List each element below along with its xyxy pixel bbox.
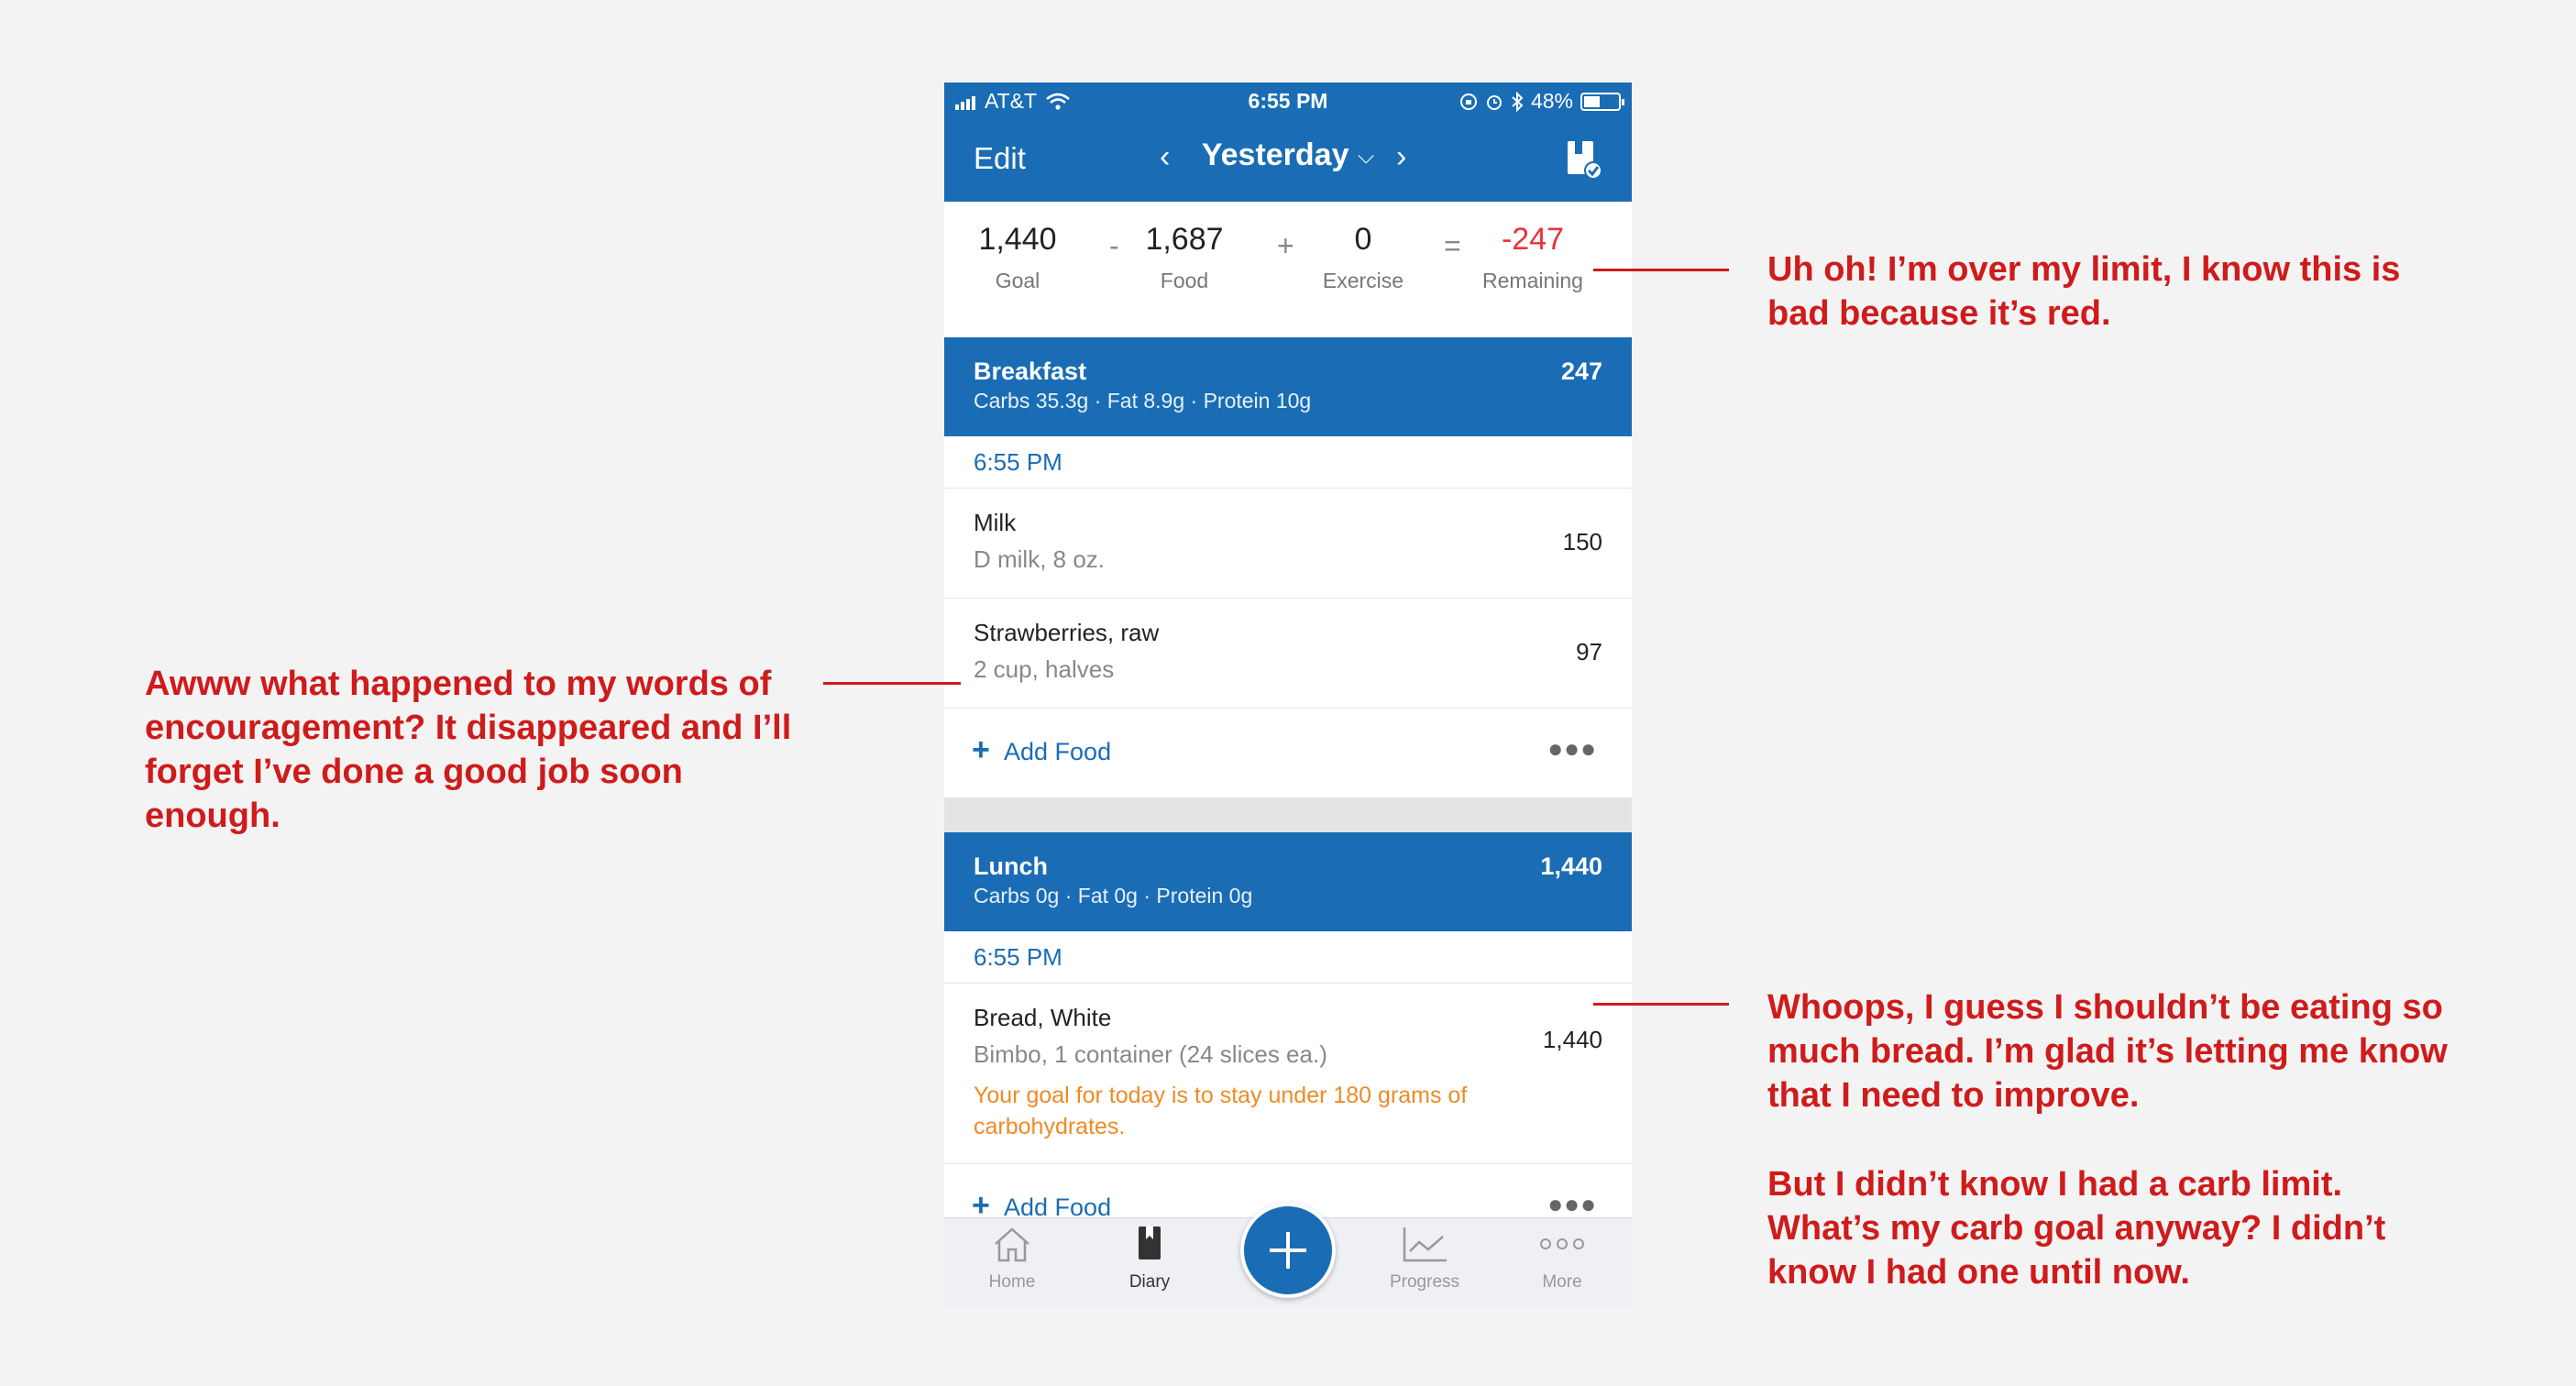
food-item-bread[interactable]: Bread, White Bimbo, 1 container (24 slic…	[944, 984, 1632, 1164]
food-description: Bimbo, 1 container (24 slices ea.)	[974, 1040, 1327, 1068]
battery-icon	[1580, 92, 1624, 111]
home-icon	[995, 1227, 1029, 1262]
date-title: Yesterday	[1201, 138, 1349, 172]
tab-progress[interactable]: Progress	[1370, 1224, 1480, 1292]
battery-fill	[1584, 95, 1600, 107]
food-item-strawberries[interactable]: Strawberries, raw 2 cup, halves 97	[944, 599, 1632, 709]
entry-time: 6:55 PM	[974, 943, 1062, 971]
date-selector[interactable]: Yesterday ⌵	[944, 138, 1632, 173]
nav-bar: Edit ‹ Yesterday ⌵ ›	[944, 119, 1632, 202]
calorie-summary: 1,440 Goal - 1,687 Food + 0 Exercise = -…	[944, 202, 1632, 347]
carb-goal-note: Your goal for today is to stay under 180…	[974, 1083, 1468, 1139]
callout-leader-top	[1593, 269, 1729, 271]
tab-home[interactable]: Home	[957, 1224, 1067, 1292]
tab-more[interactable]: More	[1507, 1224, 1617, 1292]
callout-over-limit: Uh oh! I’m over my limit, I know this is…	[1767, 250, 2401, 333]
tab-label: Progress	[1389, 1272, 1460, 1292]
lunch-header[interactable]: Lunch Carbs 0g · Fat 0g · Protein 0g 1,4…	[944, 832, 1632, 931]
callout-bread: Whoops, I guess I shouldn’t be eating so…	[1767, 988, 2448, 1115]
diary-icon	[1139, 1226, 1161, 1260]
chevron-down-icon: ⌵	[1357, 144, 1375, 170]
more-options-icon[interactable]: ●●●	[1547, 1190, 1597, 1219]
bluetooth-icon	[1512, 91, 1524, 112]
goal-label: Goal	[995, 269, 1040, 292]
equals-operator: =	[1444, 229, 1461, 262]
plus-operator: +	[1277, 229, 1294, 262]
food-name: Bread, White	[974, 1004, 1112, 1031]
tab-diary[interactable]: Diary	[1095, 1224, 1205, 1292]
food-label: Food	[1160, 269, 1209, 292]
remaining-label: Remaining	[1482, 269, 1583, 292]
exercise-label: Exercise	[1322, 269, 1404, 292]
phone-screen: AT&T 6:55 PM 48% Edit ‹ Yesterday ⌵ › 1,…	[944, 82, 1632, 1306]
more-options-icon[interactable]: ●●●	[1547, 734, 1597, 764]
meal-calories: 247	[1560, 358, 1602, 385]
status-bar: AT&T 6:55 PM 48%	[944, 82, 1632, 119]
tab-label: More	[1542, 1272, 1582, 1292]
add-food-button[interactable]: Add Food	[1004, 738, 1111, 766]
exercise-column: 0 Exercise	[1306, 222, 1420, 293]
tab-label: Home	[988, 1272, 1036, 1292]
plus-icon: +	[972, 732, 990, 767]
meal-macros: Carbs 35.3g · Fat 8.9g · Protein 10g	[974, 389, 1312, 412]
callout-carb-limit: But I didn’t know I had a carb limit. Wh…	[1767, 1165, 2386, 1292]
section-divider	[944, 798, 1632, 832]
food-item-milk[interactable]: Milk D milk, 8 oz. 150	[944, 489, 1632, 599]
meal-macros: Carbs 0g · Fat 0g · Protein 0g	[974, 884, 1253, 908]
battery-percent: 48%	[1530, 89, 1573, 113]
breakfast-header[interactable]: Breakfast Carbs 35.3g · Fat 8.9g · Prote…	[944, 337, 1632, 436]
meal-name: Lunch	[974, 852, 1048, 880]
diary-complete-icon[interactable]	[1566, 139, 1602, 184]
food-name: Strawberries, raw	[974, 619, 1160, 646]
remaining-column: -247 Remaining	[1469, 222, 1597, 293]
goal-value: 1,440	[978, 222, 1057, 257]
food-description: D milk, 8 oz.	[974, 545, 1106, 573]
exercise-value: 0	[1354, 222, 1372, 257]
food-calories: 97	[1576, 638, 1602, 666]
goal-column: 1,440 Goal	[972, 222, 1063, 293]
more-icon	[1540, 1238, 1584, 1249]
callout-leader-left	[823, 682, 961, 685]
food-name: Milk	[974, 509, 1017, 536]
chevron-right-icon[interactable]: ›	[1396, 139, 1406, 175]
add-entry-button[interactable]	[1240, 1203, 1336, 1298]
food-calories: 150	[1562, 528, 1602, 556]
food-value: 1,687	[1145, 222, 1224, 257]
meal-calories: 1,440	[1540, 852, 1602, 880]
remaining-value: -247	[1501, 222, 1565, 257]
status-right: 48%	[1459, 89, 1624, 114]
meal-name: Breakfast	[974, 358, 1087, 385]
entry-time: 6:55 PM	[974, 448, 1062, 476]
time-row: 6:55 PM	[944, 931, 1632, 984]
tab-label: Diary	[1128, 1272, 1171, 1292]
food-calories: 1,440	[1542, 1026, 1602, 1053]
minus-operator: -	[1109, 229, 1119, 262]
alarm-icon	[1486, 94, 1502, 110]
time-row: 6:55 PM	[944, 436, 1632, 489]
orientation-lock-icon	[1459, 93, 1477, 110]
callout-leader-bottom	[1593, 1003, 1729, 1006]
callout-encouragement: Awww what happened to my words of encour…	[145, 665, 792, 835]
breakfast-add-food[interactable]: + Add Food ●●●	[944, 709, 1632, 797]
food-column: 1,687 Food	[1139, 222, 1230, 293]
progress-chart-icon	[1403, 1227, 1447, 1262]
food-description: 2 cup, halves	[974, 655, 1115, 683]
